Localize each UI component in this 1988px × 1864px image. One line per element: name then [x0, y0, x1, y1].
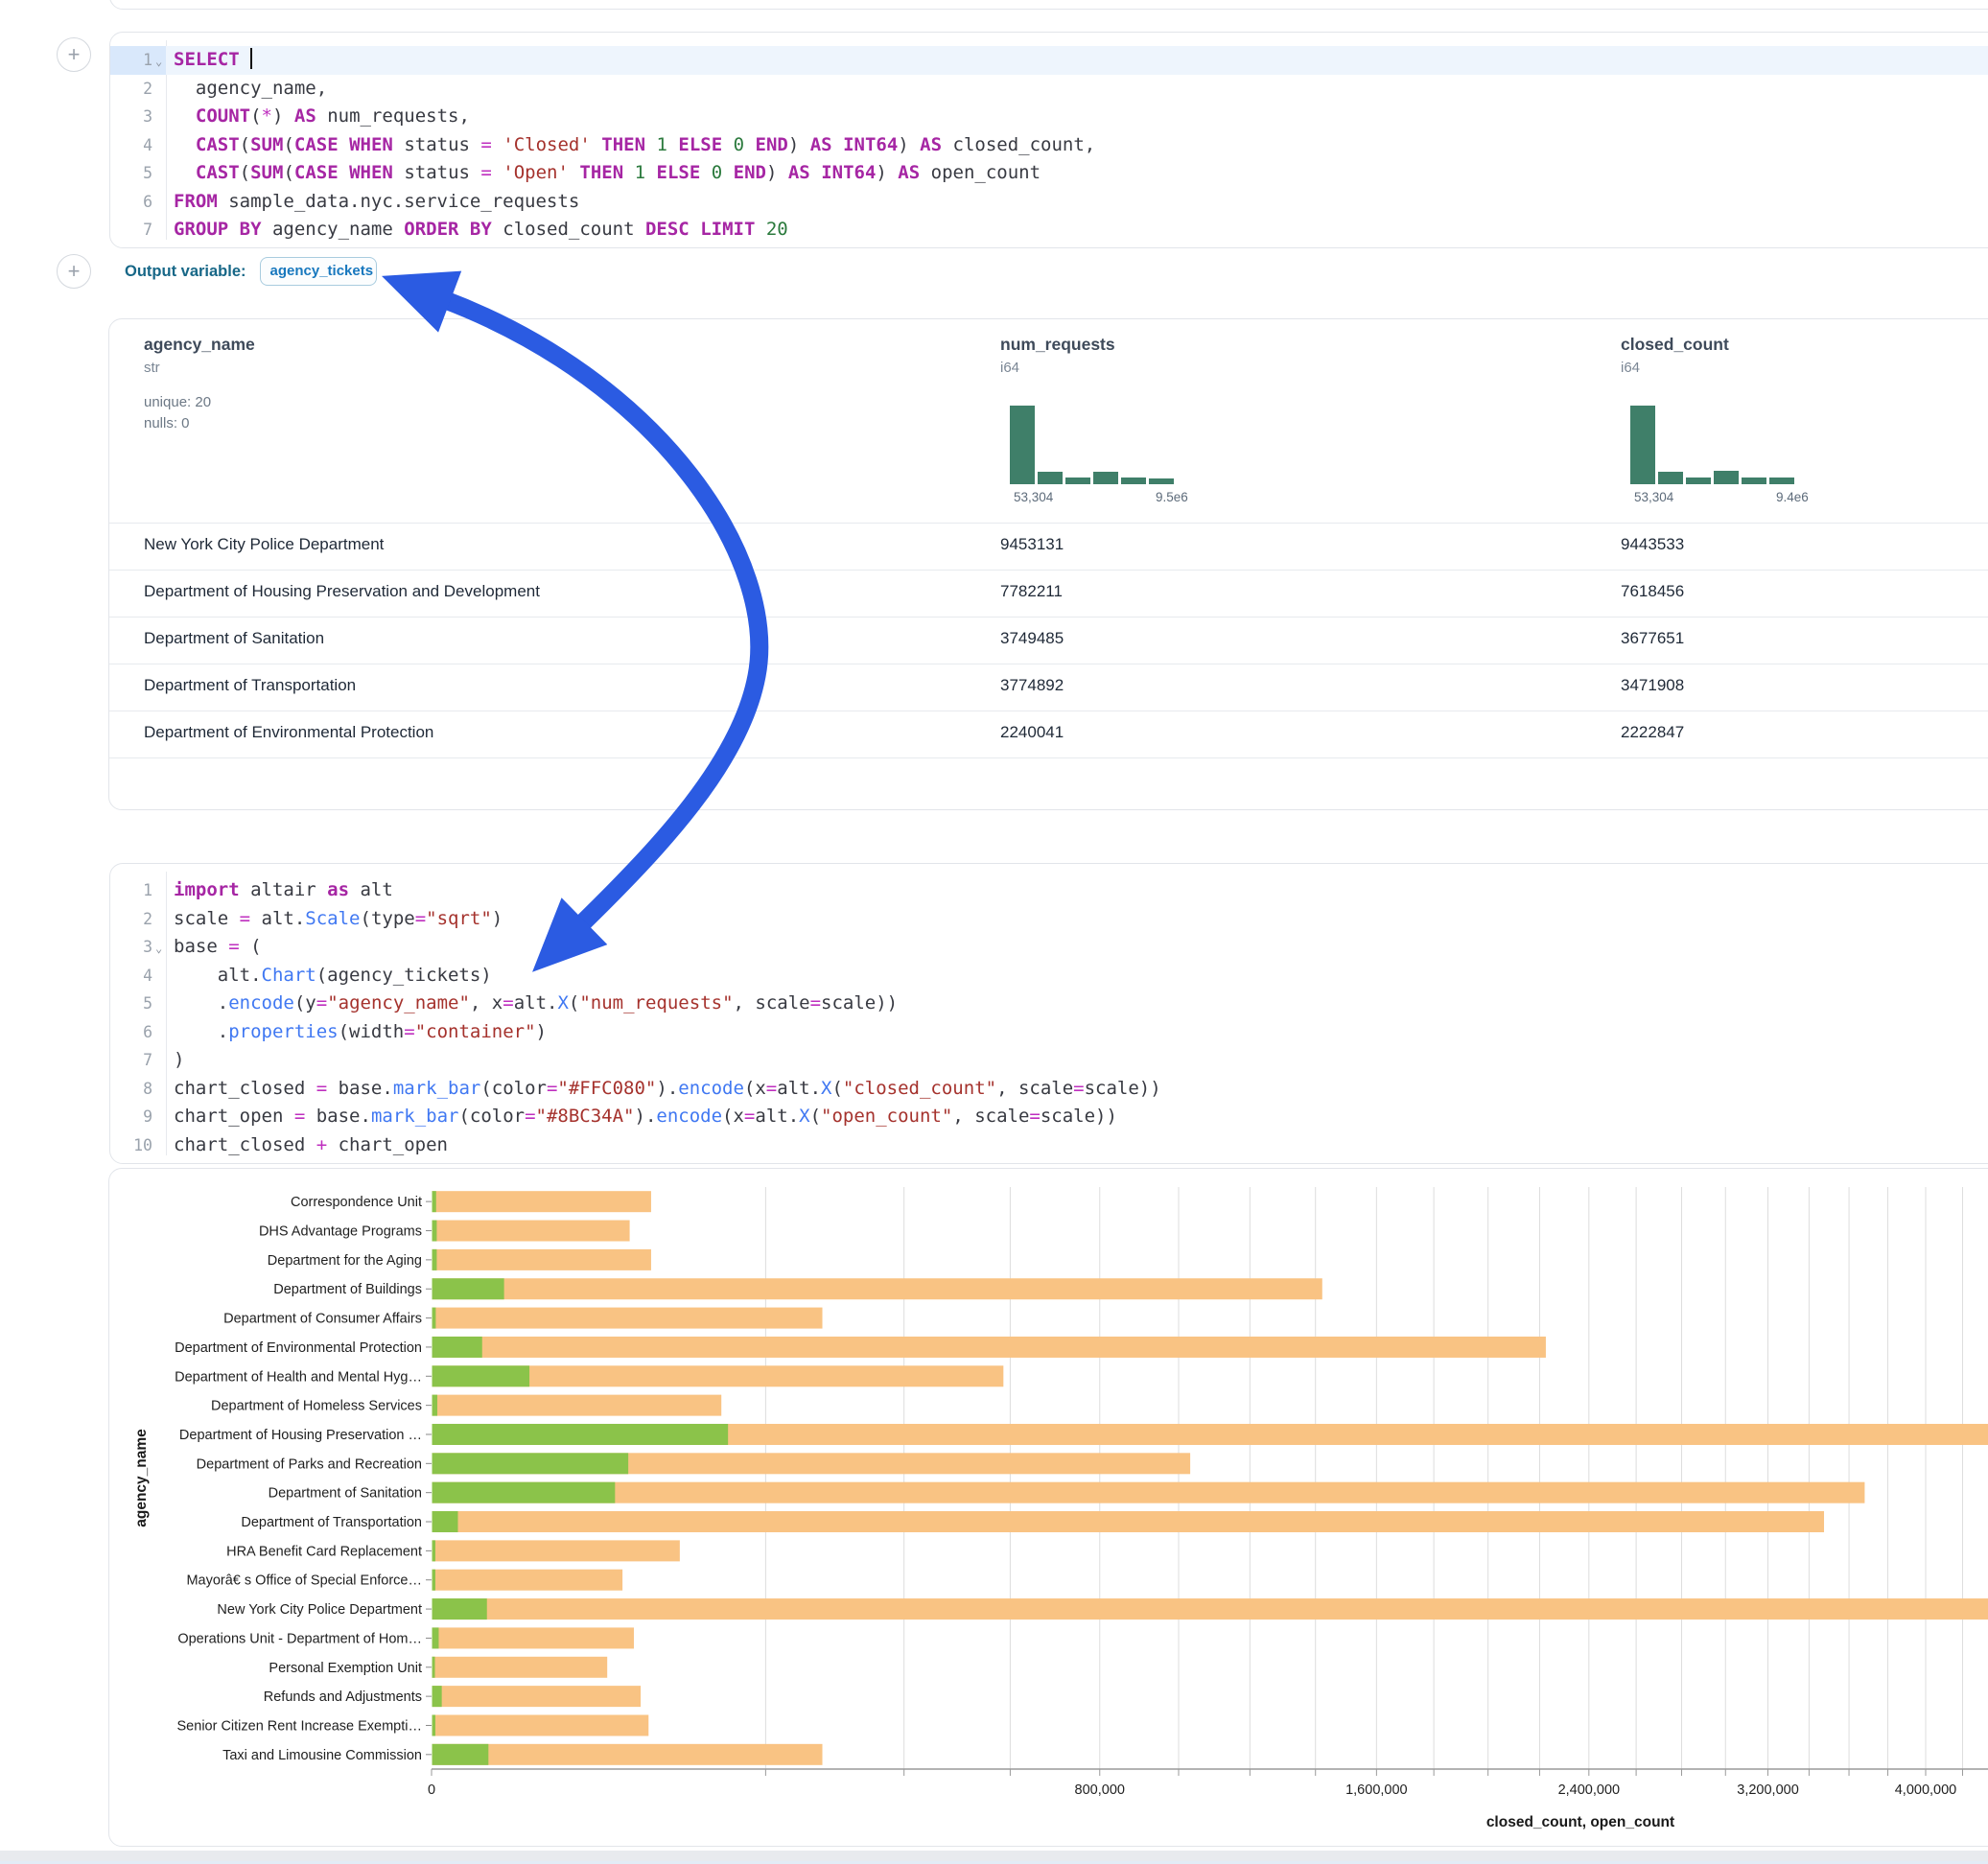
table-cell: 3774892 [1000, 676, 1064, 695]
histogram-max-label: 9.4e6 [1776, 490, 1809, 504]
svg-text:Personal Exemption Unit: Personal Exemption Unit [269, 1661, 422, 1676]
table-cell: 7782211 [1000, 582, 1063, 601]
svg-text:800,000: 800,000 [1075, 1782, 1125, 1798]
svg-text:Operations Unit - Department o: Operations Unit - Department of Hom… [177, 1631, 422, 1646]
svg-text:Refunds and Adjustments: Refunds and Adjustments [264, 1689, 422, 1705]
svg-text:Department of Homeless Service: Department of Homeless Services [211, 1399, 422, 1414]
code-line: 6FROM sample_data.nyc.service_requests [110, 188, 1988, 217]
code-line: 8chart_closed = base.mark_bar(color="#FF… [110, 1075, 1988, 1104]
table-cell: Department of Housing Preservation and D… [144, 582, 540, 601]
table-cell: 3749485 [1000, 629, 1064, 648]
previous-cell-sliver [109, 0, 1988, 10]
svg-text:Mayorâ€ s Office of Special En: Mayorâ€ s Office of Special Enforce… [186, 1573, 422, 1589]
code-line: 4 alt.Chart(agency_tickets) [110, 962, 1988, 990]
table-row: Department of Transportation 3774892 34719… [109, 664, 1988, 711]
table-cell: 9443533 [1621, 535, 1684, 554]
column-type: i64 [1000, 360, 1019, 376]
table-cell: 3677651 [1621, 629, 1684, 648]
code-line: 1import altair as alt [110, 876, 1988, 905]
code-line: 4 CAST(SUM(CASE WHEN status = 'Closed' T… [110, 131, 1988, 160]
code-line: 5 .encode(y="agency_name", x=alt.X("num_… [110, 990, 1988, 1018]
svg-text:3,200,000: 3,200,000 [1737, 1782, 1799, 1798]
svg-text:Department for the Aging: Department for the Aging [268, 1253, 422, 1269]
column-type: str [144, 360, 160, 376]
svg-text:HRA Benefit Card Replacement: HRA Benefit Card Replacement [226, 1544, 422, 1559]
table-cell: New York City Police Department [144, 535, 384, 554]
table-row: Department of Sanitation 3749485 3677651 [109, 617, 1988, 664]
text-cursor [250, 48, 252, 69]
sql-code-editor[interactable]: 1⌄SELECT 2 agency_name,3 COUNT(*) AS num… [110, 33, 1988, 247]
dataframe-preview: agency_namestr unique: 20 nulls: 0 num_requ… [108, 318, 1988, 810]
fold-chevron-icon[interactable]: ⌄ [155, 48, 162, 77]
table-cell: 3471908 [1621, 676, 1684, 695]
svg-text:Department of Sanitation: Department of Sanitation [269, 1486, 422, 1502]
svg-text:Department of Transportation: Department of Transportation [241, 1515, 422, 1530]
svg-text:Department of Health and Menta: Department of Health and Mental Hyg… [175, 1369, 422, 1385]
code-line: 9chart_open = base.mark_bar(color="#8BC3… [110, 1103, 1988, 1131]
svg-text:DHS Advantage Programs: DHS Advantage Programs [259, 1224, 422, 1240]
svg-text:4,000,000: 4,000,000 [1895, 1782, 1957, 1798]
altair-bar-chart: Correspondence Unit DHS Advantage Program… [109, 1169, 1988, 1845]
svg-text:Taxi and Limousine Commission: Taxi and Limousine Commission [222, 1748, 422, 1763]
svg-text:Department of Consumer Affairs: Department of Consumer Affairs [223, 1312, 422, 1327]
code-line: 7) [110, 1046, 1988, 1075]
svg-text:Senior Citizen Rent Increase E: Senior Citizen Rent Increase Exempti… [177, 1718, 422, 1734]
code-line: 6 .properties(width="container") [110, 1018, 1988, 1047]
table-cell: Department of Environmental Protection [144, 723, 433, 742]
table-cell: Department of Transportation [144, 676, 356, 695]
code-line: 7GROUP BY agency_name ORDER BY closed_co… [110, 216, 1988, 245]
output-variable-label: Output variable: [125, 263, 246, 281]
add-cell-button-middle[interactable]: + [57, 254, 91, 289]
code-line: 2 agency_name, [110, 75, 1988, 104]
svg-text:Correspondence Unit: Correspondence Unit [291, 1195, 422, 1210]
histogram-max-label: 9.5e6 [1156, 490, 1188, 504]
histogram-min-label: 53,304 [1634, 490, 1673, 504]
fold-chevron-icon[interactable]: ⌄ [155, 935, 162, 964]
table-cell: 2222847 [1621, 723, 1684, 742]
code-line: 10chart_closed + chart_open [110, 1131, 1988, 1160]
output-variable-row: Output variable: agency_tickets [125, 251, 377, 291]
svg-text:Department of Environmental Pr: Department of Environmental Protection [175, 1340, 422, 1356]
python-code-editor[interactable]: 1import altair as alt2scale = alt.Scale(… [110, 864, 1988, 1163]
notebook-page: + + 1⌄SELECT 2 agency_name,3 COUNT(*) AS… [0, 0, 1988, 1864]
code-line: 2scale = alt.Scale(type="sqrt") [110, 905, 1988, 934]
svg-text:0: 0 [428, 1782, 435, 1798]
table-cell: 2240041 [1000, 723, 1064, 742]
python-cell[interactable]: 1import altair as alt2scale = alt.Scale(… [109, 863, 1988, 1164]
table-row: New York City Police Department 9453131 94… [109, 523, 1988, 570]
sql-cell[interactable]: 1⌄SELECT 2 agency_name,3 COUNT(*) AS num… [109, 32, 1988, 248]
svg-text:Department of Housing Preserva: Department of Housing Preservation … [179, 1428, 422, 1443]
add-cell-button-top[interactable]: + [57, 37, 91, 72]
histogram-min-label: 53,304 [1014, 490, 1053, 504]
next-cell-band [0, 1851, 1988, 1861]
code-line: 1⌄SELECT [110, 46, 1988, 75]
code-line: 3 COUNT(*) AS num_requests, [110, 103, 1988, 131]
table-cell: Department of Sanitation [144, 629, 324, 648]
code-line: 5 CAST(SUM(CASE WHEN status = 'Open' THE… [110, 159, 1988, 188]
column-stat: unique: 20 [144, 394, 211, 410]
table-cell: 7618456 [1621, 582, 1684, 601]
svg-text:1,600,000: 1,600,000 [1345, 1782, 1408, 1798]
column-header-num_requests[interactable]: num_requests [1000, 335, 1115, 355]
column-header-agency_name[interactable]: agency_name [144, 335, 255, 355]
column-stat: nulls: 0 [144, 415, 190, 431]
column-histogram [1630, 406, 1795, 484]
svg-text:Department of Parks and Recrea: Department of Parks and Recreation [197, 1456, 422, 1472]
table-row: Department of Environmental Protection 22… [109, 711, 1988, 757]
svg-text:New York City Police Departmen: New York City Police Department [217, 1602, 422, 1618]
output-variable-pill[interactable]: agency_tickets [260, 257, 377, 286]
code-line: 3⌄base = ( [110, 933, 1988, 962]
svg-text:2,400,000: 2,400,000 [1558, 1782, 1621, 1798]
svg-text:agency_name: agency_name [133, 1429, 150, 1527]
svg-text:closed_count, open_count: closed_count, open_count [1486, 1814, 1674, 1830]
svg-text:Department of Buildings: Department of Buildings [273, 1282, 422, 1297]
column-histogram [1010, 406, 1175, 484]
column-type: i64 [1621, 360, 1640, 376]
table-row: Department of Housing Preservation and D… [109, 570, 1988, 617]
table-cell: 9453131 [1000, 535, 1064, 554]
chart-output-cell: Correspondence Unit DHS Advantage Program… [108, 1168, 1988, 1847]
column-header-closed_count[interactable]: closed_count [1621, 335, 1729, 355]
